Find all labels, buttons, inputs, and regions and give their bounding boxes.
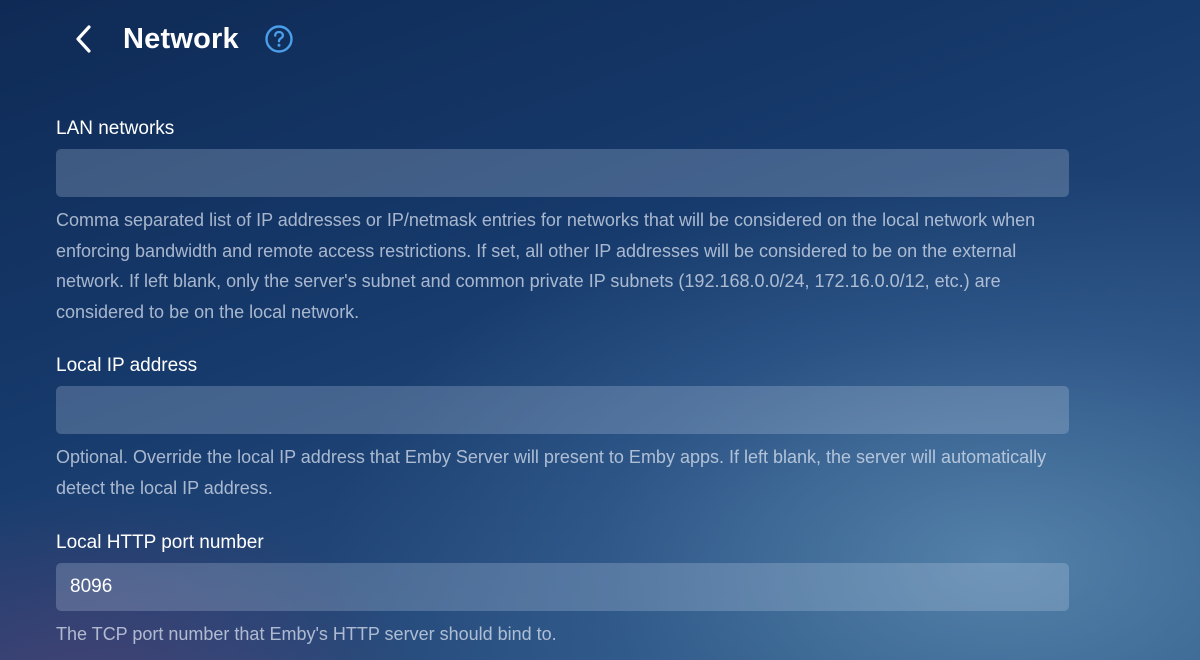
lan-networks-description: Comma separated list of IP addresses or … bbox=[56, 210, 1036, 322]
page-header: Network bbox=[0, 0, 1200, 80]
page-title: Network bbox=[123, 23, 239, 55]
help-circle-icon bbox=[264, 24, 294, 54]
http-port-field: Local HTTP port number The TCP port numb… bbox=[56, 531, 1069, 650]
lan-networks-input[interactable] bbox=[56, 149, 1069, 197]
lan-networks-field: LAN networks Comma separated list of IP … bbox=[56, 117, 1069, 327]
help-button[interactable] bbox=[264, 24, 294, 54]
chevron-left-icon bbox=[73, 24, 95, 54]
local-ip-field: Local IP address Optional. Override the … bbox=[56, 354, 1069, 503]
lan-networks-label: LAN networks bbox=[56, 118, 175, 139]
back-button[interactable] bbox=[66, 20, 102, 58]
local-ip-input[interactable] bbox=[56, 386, 1069, 434]
http-port-description: The TCP port number that Emby's HTTP ser… bbox=[56, 624, 557, 644]
http-port-input[interactable] bbox=[56, 563, 1069, 611]
http-port-label: Local HTTP port number bbox=[56, 532, 264, 553]
local-ip-label: Local IP address bbox=[56, 355, 198, 376]
local-ip-description: Optional. Override the local IP address … bbox=[56, 447, 1047, 498]
